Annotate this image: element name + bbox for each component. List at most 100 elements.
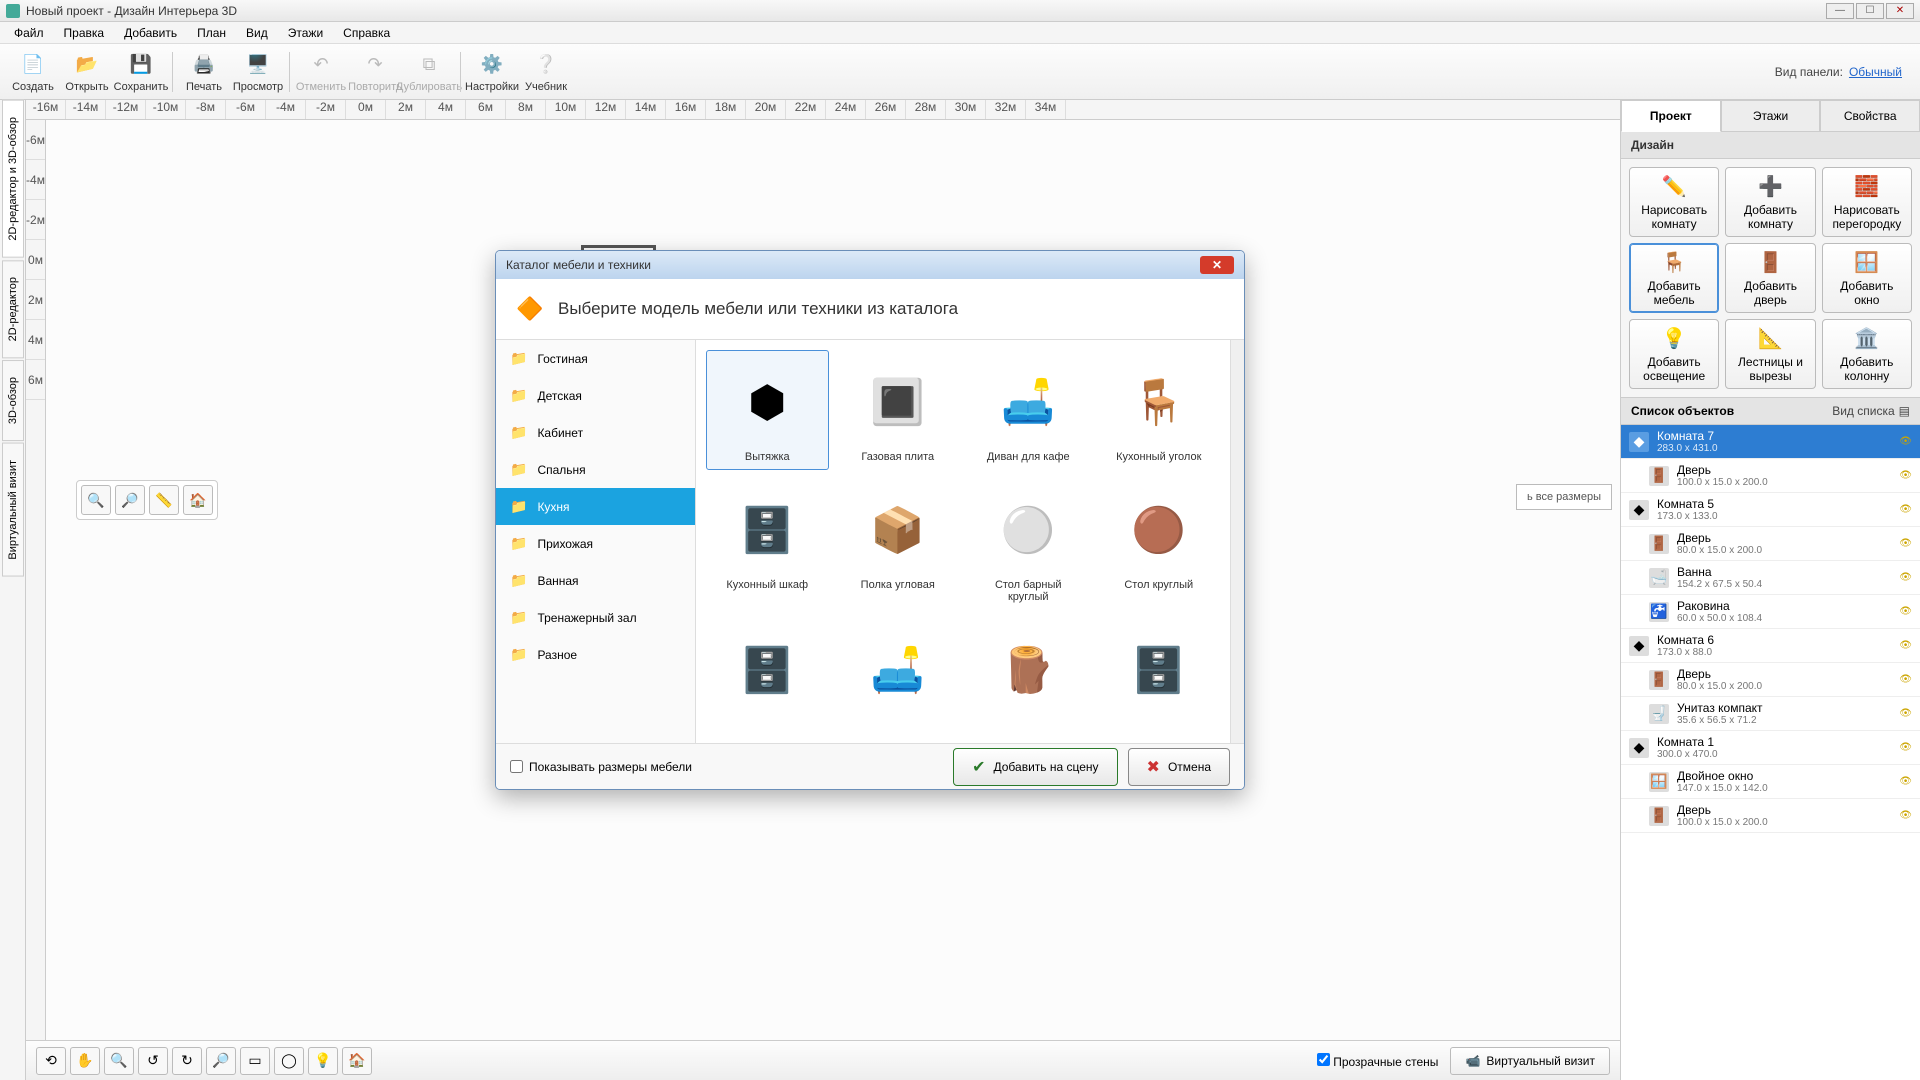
- category-item[interactable]: 📁Ванная: [496, 562, 695, 599]
- visibility-icon[interactable]: 👁: [1899, 572, 1912, 583]
- visibility-icon[interactable]: 👁: [1899, 606, 1912, 617]
- duplicate-button[interactable]: ⧉Дублировать: [402, 49, 456, 95]
- panel-tab-Проект[interactable]: Проект: [1621, 100, 1721, 132]
- furniture-item[interactable]: 🛋️Диван для кафе: [967, 350, 1090, 470]
- zoom-in-bottom-icon[interactable]: 🔎: [206, 1047, 236, 1075]
- add-to-scene-button[interactable]: ✔Добавить на сцену: [953, 748, 1117, 786]
- category-item[interactable]: 📁Детская: [496, 377, 695, 414]
- view-tab[interactable]: 2D-редактор: [2, 260, 24, 358]
- object-item[interactable]: 🚪Дверь80.0 x 15.0 x 200.0👁: [1621, 527, 1920, 561]
- view-360-icon[interactable]: ⟲: [36, 1047, 66, 1075]
- panel-tab-Этажи[interactable]: Этажи: [1721, 100, 1821, 132]
- furniture-item[interactable]: 🛋️: [837, 618, 960, 726]
- transparent-walls-checkbox[interactable]: Прозрачные стены: [1317, 1053, 1439, 1069]
- design-button[interactable]: 💡Добавить освещение: [1629, 319, 1719, 389]
- furniture-item[interactable]: 🔳Газовая плита: [837, 350, 960, 470]
- menu-этажи[interactable]: Этажи: [278, 24, 333, 42]
- dialog-close-button[interactable]: ✕: [1200, 256, 1234, 274]
- furniture-item[interactable]: ⚪Стол барный круглый: [967, 478, 1090, 610]
- visibility-icon[interactable]: 👁: [1899, 504, 1912, 515]
- furniture-grid[interactable]: ⬢Вытяжка🔳Газовая плита🛋️Диван для кафе🪑К…: [696, 340, 1230, 743]
- open-button[interactable]: 📂Открыть: [60, 49, 114, 95]
- object-item[interactable]: 🚪Дверь100.0 x 15.0 x 200.0👁: [1621, 799, 1920, 833]
- design-button[interactable]: ➕Добавить комнату: [1725, 167, 1815, 237]
- visibility-icon[interactable]: 👁: [1899, 436, 1912, 447]
- visibility-icon[interactable]: 👁: [1899, 742, 1912, 753]
- zoom-out-bottom-icon[interactable]: 🔍: [104, 1047, 134, 1075]
- zoom-in-icon[interactable]: 🔎: [115, 485, 145, 515]
- rotate-right-icon[interactable]: ↻: [172, 1047, 202, 1075]
- menu-вид[interactable]: Вид: [236, 24, 278, 42]
- rotate-left-icon[interactable]: ↺: [138, 1047, 168, 1075]
- tutorial-button[interactable]: ❔Учебник: [519, 49, 573, 95]
- maximize-button[interactable]: ☐: [1856, 3, 1884, 19]
- menu-файл[interactable]: Файл: [4, 24, 54, 42]
- list-mode-icon[interactable]: ▤: [1899, 404, 1910, 418]
- furniture-item[interactable]: 🗄️: [1098, 618, 1221, 726]
- category-item[interactable]: 📁Кухня: [496, 488, 695, 525]
- furniture-item[interactable]: 🟤Стол круглый: [1098, 478, 1221, 610]
- furniture-item[interactable]: 🗄️Кухонный шкаф: [706, 478, 829, 610]
- panel-mode-link[interactable]: Обычный: [1849, 65, 1902, 79]
- object-item[interactable]: 🚰Раковина60.0 x 50.0 x 108.4👁: [1621, 595, 1920, 629]
- category-item[interactable]: 📁Спальня: [496, 451, 695, 488]
- object-item[interactable]: 🚪Дверь80.0 x 15.0 x 200.0👁: [1621, 663, 1920, 697]
- visibility-icon[interactable]: 👁: [1899, 538, 1912, 549]
- save-button[interactable]: 💾Сохранить: [114, 49, 168, 95]
- visibility-icon[interactable]: 👁: [1899, 708, 1912, 719]
- preview-button[interactable]: 🖥️Просмотр: [231, 49, 285, 95]
- scrollbar[interactable]: [1230, 340, 1244, 743]
- menu-правка[interactable]: Правка: [54, 24, 115, 42]
- design-button[interactable]: 🚪Добавить дверь: [1725, 243, 1815, 313]
- menu-справка[interactable]: Справка: [333, 24, 400, 42]
- menu-добавить[interactable]: Добавить: [114, 24, 187, 42]
- design-button[interactable]: 🧱Нарисовать перегородку: [1822, 167, 1912, 237]
- object-item[interactable]: 🚽Унитаз компакт35.6 x 56.5 x 71.2👁: [1621, 697, 1920, 731]
- furniture-item[interactable]: 🪑Кухонный уголок: [1098, 350, 1221, 470]
- object-item[interactable]: ◆Комната 7283.0 x 431.0👁: [1621, 425, 1920, 459]
- show-sizes-checkbox[interactable]: [510, 760, 523, 773]
- create-button[interactable]: 📄Создать: [6, 49, 60, 95]
- visibility-icon[interactable]: 👁: [1899, 470, 1912, 481]
- close-button[interactable]: ✕: [1886, 3, 1914, 19]
- category-item[interactable]: 📁Разное: [496, 636, 695, 673]
- zoom-out-icon[interactable]: 🔍: [81, 485, 111, 515]
- category-list[interactable]: 📁Гостиная📁Детская📁Кабинет📁Спальня📁Кухня📁…: [496, 340, 696, 743]
- category-item[interactable]: 📁Гостиная: [496, 340, 695, 377]
- furniture-item[interactable]: 🪵: [967, 618, 1090, 726]
- object-item[interactable]: 🚪Дверь100.0 x 15.0 x 200.0👁: [1621, 459, 1920, 493]
- furniture-item[interactable]: 🗄️: [706, 618, 829, 726]
- print-button[interactable]: 🖨️Печать: [177, 49, 231, 95]
- show-all-sizes-hint[interactable]: ь все размеры: [1516, 484, 1612, 510]
- virtual-visit-button[interactable]: 📹Виртуальный визит: [1450, 1047, 1610, 1075]
- design-button[interactable]: 🪟Добавить окно: [1822, 243, 1912, 313]
- light-icon[interactable]: 💡: [308, 1047, 338, 1075]
- minimize-button[interactable]: —: [1826, 3, 1854, 19]
- select-lasso-icon[interactable]: ◯: [274, 1047, 304, 1075]
- object-item[interactable]: ◆Комната 1300.0 x 470.0👁: [1621, 731, 1920, 765]
- measure-icon[interactable]: 📏: [149, 485, 179, 515]
- visibility-icon[interactable]: 👁: [1899, 640, 1912, 651]
- category-item[interactable]: 📁Кабинет: [496, 414, 695, 451]
- furniture-item[interactable]: ⬢Вытяжка: [706, 350, 829, 470]
- object-item[interactable]: ◆Комната 6173.0 x 88.0👁: [1621, 629, 1920, 663]
- object-list[interactable]: ◆Комната 7283.0 x 431.0👁🚪Дверь100.0 x 15…: [1621, 425, 1920, 1080]
- visibility-icon[interactable]: 👁: [1899, 810, 1912, 821]
- home-icon[interactable]: 🏠: [183, 485, 213, 515]
- list-mode-label[interactable]: Вид списка: [1832, 404, 1894, 418]
- object-item[interactable]: ◆Комната 5173.0 x 133.0👁: [1621, 493, 1920, 527]
- view-tab[interactable]: 3D-обзор: [2, 360, 24, 441]
- object-item[interactable]: 🪟Двойное окно147.0 x 15.0 x 142.0👁: [1621, 765, 1920, 799]
- furniture-item[interactable]: 📦Полка угловая: [837, 478, 960, 610]
- select-rect-icon[interactable]: ▭: [240, 1047, 270, 1075]
- category-item[interactable]: 📁Тренажерный зал: [496, 599, 695, 636]
- home-bottom-icon[interactable]: 🏠: [342, 1047, 372, 1075]
- redo-button[interactable]: ↷Повторить: [348, 49, 402, 95]
- view-tab[interactable]: 2D-редактор и 3D-обзор: [2, 100, 24, 258]
- object-item[interactable]: 🛁Ванна154.2 x 67.5 x 50.4👁: [1621, 561, 1920, 595]
- category-item[interactable]: 📁Прихожая: [496, 525, 695, 562]
- pan-icon[interactable]: ✋: [70, 1047, 100, 1075]
- undo-button[interactable]: ↶Отменить: [294, 49, 348, 95]
- design-button[interactable]: 🏛️Добавить колонну: [1822, 319, 1912, 389]
- settings-button[interactable]: ⚙️Настройки: [465, 49, 519, 95]
